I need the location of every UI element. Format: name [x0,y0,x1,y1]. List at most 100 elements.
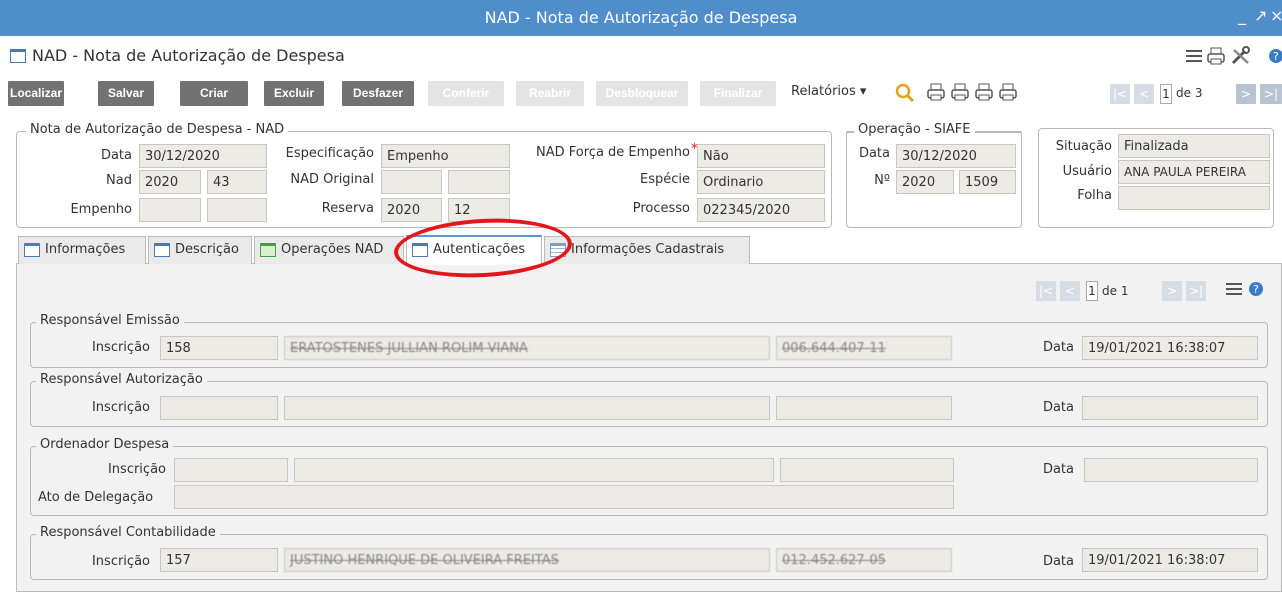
window-title: NAD - Nota de Autorização de Despesa [484,8,798,27]
empenho-year-field[interactable] [139,198,201,222]
siafe-data-field[interactable]: 30/12/2020 [896,144,1016,168]
ato-delegacao-field[interactable] [174,485,954,509]
last-page-button[interactable]: >| [1260,84,1282,104]
nad-original-year-field[interactable] [381,170,442,194]
contabilidade-cpf-field[interactable]: 012.452.627-05 [776,548,952,572]
autorizacao-legend: Responsável Autorização [36,372,207,387]
contabilidade-inscricao-label: Inscrição [91,554,150,569]
tab-label: Descrição [175,242,239,257]
salvar-button[interactable]: Salvar [98,81,154,106]
situacao-field[interactable]: Finalizada [1118,134,1270,158]
usuario-label: Usuário [1062,164,1112,179]
panel-prev-page-button[interactable]: < [1060,281,1080,301]
ordenador-data-field[interactable] [1084,458,1258,482]
ordenador-nome-field[interactable] [294,458,774,482]
siafe-legend: Operação - SIAFE [854,122,975,137]
forca-empenho-field[interactable]: Não [697,144,825,168]
operations-icon [260,243,276,257]
nad-original-label: NAD Original [290,172,374,187]
reabrir-button[interactable]: Reabrir [516,81,584,106]
ordenador-legend: Ordenador Despesa [36,437,174,452]
localizar-button[interactable]: Localizar [8,81,64,106]
emissao-inscricao-label: Inscrição [91,340,150,355]
folha-field[interactable] [1118,186,1270,210]
panel-first-page-button[interactable]: |< [1036,281,1056,301]
first-page-button[interactable]: |< [1110,84,1130,104]
conferir-button[interactable]: Conferir [428,81,504,106]
tab-operacoes-nad[interactable]: Operações NAD [254,236,404,264]
emissao-cpf-field[interactable]: 006.644.407-11 [776,336,952,360]
close-icon[interactable]: × [1270,6,1282,25]
print-report-icon[interactable] [926,82,946,102]
print-icon[interactable] [1206,46,1226,66]
desbloquear-button[interactable]: Desbloquear [596,81,688,106]
panel-help-icon[interactable]: ? [1248,281,1264,297]
contabilidade-data-field[interactable]: 19/01/2021 16:38:07 [1082,548,1258,572]
panel-last-page-button[interactable]: >| [1186,281,1206,301]
relatorios-menu[interactable]: Relatórios ▾ [791,84,866,99]
data-field[interactable]: 30/12/2020 [139,144,267,168]
emissao-legend: Responsável Emissão [36,313,184,328]
usuario-field[interactable]: ANA PAULA PEREIRA [1118,160,1270,184]
menu-icon[interactable] [1186,49,1202,63]
autorizacao-data-field[interactable] [1082,396,1258,420]
page-total: de 3 [1176,86,1203,100]
excluir-button[interactable]: Excluir [264,81,324,106]
nad-year-field[interactable]: 2020 [139,170,201,194]
siafe-data-label: Data [858,146,890,161]
maximize-icon[interactable]: ↗ [1254,6,1267,25]
prev-page-button[interactable]: < [1134,84,1154,104]
emissao-nome-field[interactable]: ERATOSTENES JULLIAN ROLIM VIANA [284,336,770,360]
next-page-button[interactable]: > [1236,84,1256,104]
help-icon[interactable]: ? [1268,48,1282,64]
data-label: Data [100,148,132,163]
finalizar-button[interactable]: Finalizar [700,81,776,106]
processo-label: Processo [632,201,690,216]
nad-legend: Nota de Autorização de Despesa - NAD [26,122,289,137]
svg-text:?: ? [1253,283,1259,296]
autorizacao-data-label: Data [1042,400,1074,415]
processo-field[interactable]: 022345/2020 [697,198,825,222]
autorizacao-inscricao-field[interactable] [160,396,278,420]
especificacao-label: Especificação [285,146,374,161]
print-report-icon[interactable] [950,82,970,102]
panel-menu-icon[interactable] [1226,282,1242,296]
autorizacao-cpf-field[interactable] [776,396,952,420]
panel-next-page-button[interactable]: > [1162,281,1182,301]
desfazer-button[interactable]: Desfazer [342,81,414,106]
page-number-input[interactable]: 1 [1160,84,1172,104]
siafe-number-field[interactable]: 1509 [959,170,1016,194]
tab-informacoes[interactable]: Informações [18,236,146,264]
emissao-data-field[interactable]: 19/01/2021 16:38:07 [1082,336,1258,360]
nad-number-field[interactable]: 43 [207,170,267,194]
contabilidade-nome-field[interactable]: JUSTINO HENRIQUE DE OLIVEIRA FREITAS [284,548,770,572]
emissao-inscricao-field[interactable]: 158 [160,336,278,360]
emissao-data-label: Data [1042,340,1074,355]
tab-informacoes-cadastrais[interactable]: Informações Cadastrais [544,236,750,264]
especie-field[interactable]: Ordinario [697,170,825,194]
nad-original-number-field[interactable] [448,170,510,194]
ordenador-cpf-field[interactable] [780,458,954,482]
print-report-icon[interactable] [998,82,1018,102]
form-header: NAD - Nota de Autorização de Despesa ? [0,41,1282,71]
ordenador-inscricao-field[interactable] [174,458,288,482]
especificacao-field[interactable]: Empenho [381,144,510,168]
tools-icon[interactable] [1230,46,1252,66]
tab-descricao[interactable]: Descrição [148,236,252,264]
contabilidade-data-label: Data [1042,554,1074,569]
empenho-number-field[interactable] [207,198,267,222]
autorizacao-nome-field[interactable] [284,396,770,420]
especie-label: Espécie [640,172,690,187]
reserva-year-field[interactable]: 2020 [381,198,442,222]
ordenador-data-label: Data [1042,462,1074,477]
autorizacao-inscricao-label: Inscrição [91,400,150,415]
folha-label: Folha [1077,188,1112,203]
contabilidade-inscricao-field[interactable]: 157 [160,548,278,572]
minimize-icon[interactable]: _ [1238,6,1246,25]
siafe-year-field[interactable]: 2020 [896,170,954,194]
search-icon[interactable] [894,82,916,104]
criar-button[interactable]: Criar [180,81,248,106]
panel-page-number-input[interactable]: 1 [1086,281,1098,301]
reserva-label: Reserva [321,201,374,216]
print-report-icon[interactable] [974,82,994,102]
